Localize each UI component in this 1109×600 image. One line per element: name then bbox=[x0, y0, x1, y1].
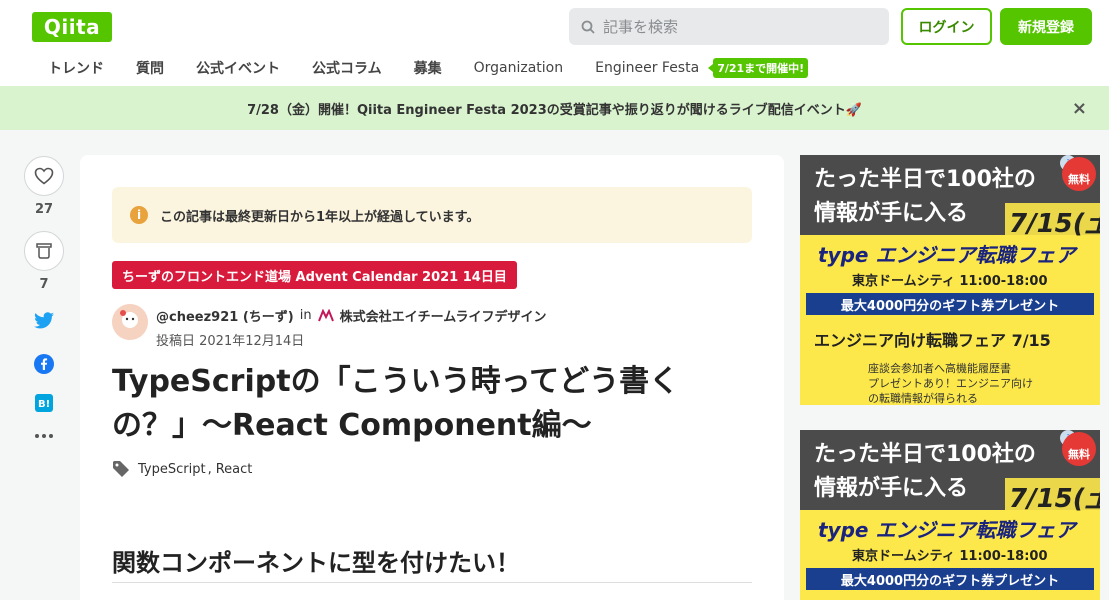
ad-description: 座談会参加者へ高機能履歴書 プレゼントあり！エンジニア向け の転職情報が得られる bbox=[800, 361, 1100, 405]
ad-headline-1: たった半日で100社の bbox=[814, 167, 1036, 192]
hatena-share-button[interactable]: B! bbox=[24, 394, 64, 412]
stock-button[interactable] bbox=[24, 231, 64, 271]
ad-desc-line-1: 座談会参加者へ高機能履歴書 bbox=[868, 362, 1011, 375]
nav-festa-badge: 7/21まで開催中! bbox=[708, 58, 809, 78]
ad-desc-line-3: の転職情報が得られる bbox=[868, 392, 978, 405]
avatar-image bbox=[112, 304, 148, 340]
close-icon[interactable]: × bbox=[1072, 98, 1087, 119]
organization-logo[interactable] bbox=[317, 308, 334, 323]
tag-react[interactable]: React bbox=[216, 462, 253, 477]
facebook-icon bbox=[34, 354, 54, 374]
ad-date: 7/15(土) bbox=[1005, 478, 1100, 515]
heading-divider bbox=[112, 582, 752, 583]
posted-date: 投稿日 2021年12月14日 bbox=[156, 334, 305, 349]
twitter-icon bbox=[34, 312, 54, 329]
like-button[interactable] bbox=[24, 156, 64, 196]
nav-official-columns[interactable]: 公式コラム bbox=[296, 58, 398, 78]
ad-free-badge: 無料 bbox=[1062, 157, 1096, 191]
signup-button[interactable]: 新規登録 bbox=[1000, 8, 1092, 45]
tag-separator: , bbox=[207, 461, 212, 477]
article-actions-rail: 27 7 B! bbox=[24, 156, 64, 438]
nav-recruit[interactable]: 募集 bbox=[398, 58, 458, 78]
facebook-share-button[interactable] bbox=[24, 354, 64, 374]
twitter-share-button[interactable] bbox=[24, 312, 64, 330]
ad-subheading: エンジニア向け転職フェア 7/15 bbox=[814, 331, 1051, 350]
in-label: in bbox=[299, 308, 312, 323]
nav-trend[interactable]: トレンド bbox=[32, 58, 120, 78]
search-placeholder: 記事を検索 bbox=[603, 18, 679, 36]
info-icon: i bbox=[130, 206, 148, 224]
ad-date: 7/15(土) bbox=[1005, 203, 1100, 240]
qiita-logo[interactable]: Qiita bbox=[32, 12, 112, 42]
author-line: @cheez921 (ちーず) in 株式会社エイチームライフデザイン bbox=[156, 306, 547, 325]
more-options-button[interactable] bbox=[24, 434, 64, 438]
ad-venue: 東京ドームシティ 11:00-18:00 bbox=[852, 549, 1048, 564]
advent-calendar-badge[interactable]: ちーずのフロントエンド道場 Advent Calendar 2021 14日目 bbox=[112, 261, 517, 289]
article-title: TypeScriptの「こういう時ってどう書くの？」〜React Compone… bbox=[112, 364, 680, 443]
like-count: 27 bbox=[34, 202, 54, 217]
site-header: Qiita 記事を検索 ログイン 新規登録 トレンド 質問 公式イベント 公式コ… bbox=[0, 0, 1109, 86]
hatena-bookmark-icon: B! bbox=[35, 394, 53, 412]
ad-headline-2: 情報が手に入る bbox=[814, 201, 969, 226]
ad-desc-line-2: プレゼントあり！エンジニア向け bbox=[868, 377, 1033, 390]
login-button[interactable]: ログイン bbox=[901, 8, 992, 45]
ad-headline-2: 情報が手に入る bbox=[814, 476, 969, 501]
banner-text[interactable]: 7/28（金）開催！Qiita Engineer Festa 2023の受賞記事… bbox=[247, 99, 862, 118]
nav-organization[interactable]: Organization bbox=[458, 60, 580, 76]
more-icon bbox=[35, 434, 53, 438]
stock-count: 7 bbox=[39, 277, 49, 292]
ad-brand: type エンジニア転職フェア bbox=[818, 518, 1076, 542]
tag-icon bbox=[113, 461, 129, 477]
outdated-notice: i この記事は最終更新日から1年以上が経過しています。 bbox=[112, 187, 752, 243]
ad-free-badge: 無料 bbox=[1062, 432, 1096, 466]
nav-engineer-festa[interactable]: Engineer Festa bbox=[579, 60, 715, 76]
svg-text:B!: B! bbox=[38, 399, 50, 410]
ad-venue: 東京ドームシティ 11:00-18:00 bbox=[852, 274, 1048, 289]
search-icon bbox=[581, 20, 595, 34]
ad-gift-banner: 最大4000円分のギフト券プレゼント bbox=[806, 568, 1094, 590]
nav-questions[interactable]: 質問 bbox=[120, 58, 180, 78]
heart-icon bbox=[34, 167, 54, 185]
ad-headline-1: たった半日で100社の bbox=[814, 442, 1036, 467]
main-nav: トレンド 質問 公式イベント 公式コラム 募集 Organization Eng… bbox=[32, 54, 809, 82]
ad-header: たった半日で100社の 情報が手に入る 7/15(土) i 無料 bbox=[800, 430, 1100, 515]
search-input[interactable]: 記事を検索 bbox=[569, 8, 889, 45]
organization-name[interactable]: 株式会社エイチームライフデザイン bbox=[340, 306, 547, 325]
tag-typescript[interactable]: TypeScript bbox=[138, 462, 206, 477]
author-name[interactable]: @cheez921 (ちーず) bbox=[156, 306, 294, 325]
outdated-notice-text: この記事は最終更新日から1年以上が経過しています。 bbox=[160, 209, 480, 225]
avatar[interactable] bbox=[112, 304, 148, 340]
nav-official-events[interactable]: 公式イベント bbox=[180, 58, 296, 78]
sidebar-ad-1[interactable]: たった半日で100社の 情報が手に入る 7/15(土) i 無料 type エン… bbox=[800, 155, 1100, 405]
announcement-banner[interactable]: 7/28（金）開催！Qiita Engineer Festa 2023の受賞記事… bbox=[0, 86, 1109, 130]
tag-list: TypeScript , React bbox=[112, 460, 252, 478]
article-card: i この記事は最終更新日から1年以上が経過しています。 ちーずのフロントエンド道… bbox=[80, 155, 784, 600]
stock-icon bbox=[36, 243, 52, 259]
section-heading: 関数コンポーネントに型を付けたい！ bbox=[112, 549, 520, 577]
ad-gift-banner: 最大4000円分のギフト券プレゼント bbox=[806, 293, 1094, 315]
ad-header: たった半日で100社の 情報が手に入る 7/15(土) i 無料 bbox=[800, 155, 1100, 240]
sidebar-ad-2[interactable]: たった半日で100社の 情報が手に入る 7/15(土) i 無料 type エン… bbox=[800, 430, 1100, 600]
ad-brand: type エンジニア転職フェア bbox=[818, 243, 1076, 267]
